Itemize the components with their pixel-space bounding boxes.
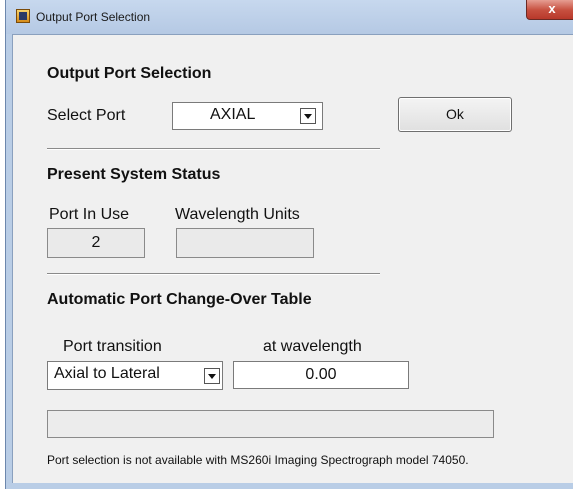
at-wavelength-label: at wavelength [263, 338, 362, 355]
window-title: Output Port Selection [36, 10, 151, 24]
dialog-panel: Output Port Selection Select Port AXIAL … [12, 34, 573, 483]
app-icon [16, 9, 30, 23]
wavelength-input[interactable]: 0.00 [233, 361, 409, 389]
wavelength-units-indicator [176, 228, 314, 258]
port-in-use-label: Port In Use [49, 206, 130, 223]
output-port-heading: Output Port Selection [47, 65, 212, 82]
select-port-label: Select Port [47, 107, 126, 124]
system-status-heading: Present System Status [47, 166, 221, 183]
chevron-down-icon[interactable] [300, 108, 316, 124]
port-transition-value: Axial to Lateral [54, 365, 160, 382]
dialog-window: Output Port Selection x Output Port Sele… [5, 0, 573, 489]
close-button[interactable]: x [526, 0, 573, 20]
ok-button[interactable]: Ok [398, 97, 512, 132]
status-message-bar [47, 410, 494, 438]
title-bar[interactable]: Output Port Selection x [6, 0, 573, 34]
wavelength-units-label: Wavelength Units [175, 206, 300, 223]
port-in-use-indicator: 2 [47, 228, 145, 258]
port-transition-dropdown[interactable]: Axial to Lateral [47, 361, 223, 390]
close-icon: x [548, 1, 556, 16]
section-divider [47, 148, 380, 150]
window-bottom-border [6, 483, 573, 489]
chevron-down-icon[interactable] [204, 368, 220, 384]
select-port-value: AXIAL [210, 106, 256, 123]
port-transition-label: Port transition [63, 338, 162, 355]
section-divider [47, 273, 380, 275]
availability-note: Port selection is not available with MS2… [47, 453, 469, 467]
select-port-dropdown[interactable]: AXIAL [172, 102, 323, 130]
changeover-heading: Automatic Port Change-Over Table [47, 291, 312, 308]
